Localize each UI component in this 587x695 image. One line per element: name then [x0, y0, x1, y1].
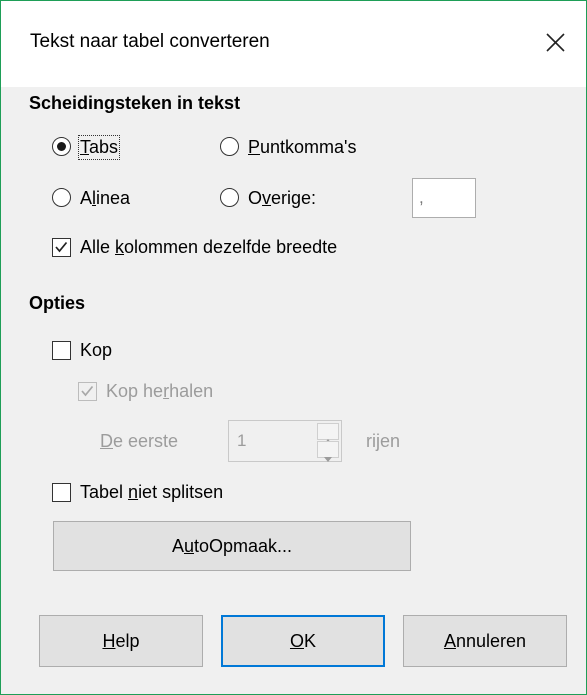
close-icon: [546, 33, 565, 52]
radio-alinea-label[interactable]: Alinea: [80, 188, 130, 209]
spin-up-button[interactable]: [317, 423, 339, 444]
checkbox-kop-herhalen-label[interactable]: Kop herhalen: [106, 381, 213, 402]
radio-tabs[interactable]: [52, 137, 71, 156]
checkbox-kop-herhalen[interactable]: [78, 382, 97, 401]
radio-overige[interactable]: [220, 188, 239, 207]
radio-puntkomma[interactable]: [220, 137, 239, 156]
cancel-button[interactable]: Annuleren: [403, 615, 567, 667]
checkbox-kop-label[interactable]: Kop: [80, 340, 112, 361]
dialog-window: Tekst naar tabel converteren Scheidingst…: [0, 0, 587, 695]
options-section-title: Opties: [29, 293, 86, 313]
rows-spinbox[interactable]: 1: [228, 420, 342, 462]
radio-alinea[interactable]: [52, 188, 71, 207]
close-button[interactable]: [541, 27, 571, 57]
radio-overige-label[interactable]: Overige:: [248, 188, 316, 209]
radio-puntkomma-label[interactable]: Puntkomma's: [248, 137, 356, 158]
de-eerste-label: De eerste: [100, 431, 179, 451]
radio-tabs-label[interactable]: Tabs: [77, 135, 121, 160]
ok-button[interactable]: OK: [221, 615, 385, 667]
arrow-down-icon: [324, 457, 332, 462]
checkbox-kop[interactable]: [52, 341, 71, 360]
rijen-label: rijen: [366, 431, 401, 451]
checkmark-icon: [81, 385, 94, 397]
dialog-title: Tekst naar tabel converteren: [30, 31, 270, 52]
checkbox-niet-splitsen[interactable]: [52, 483, 71, 502]
title-bar: Tekst naar tabel converteren: [1, 1, 586, 87]
spin-buttons: [317, 423, 339, 462]
checkbox-equal-width[interactable]: [52, 238, 71, 257]
other-separator-input[interactable]: ,: [412, 178, 476, 218]
rows-spinbox-value[interactable]: 1: [237, 431, 246, 450]
separator-section-title: Scheidingsteken in tekst: [29, 93, 241, 113]
checkmark-icon: [55, 241, 68, 253]
spin-down-button[interactable]: [317, 441, 339, 462]
help-button[interactable]: Help: [39, 615, 203, 667]
autoformat-button[interactable]: AutoOpmaak...: [53, 521, 411, 571]
checkbox-equal-width-label[interactable]: Alle kolommen dezelfde breedte: [80, 237, 337, 258]
checkbox-niet-splitsen-label[interactable]: Tabel niet splitsen: [80, 482, 223, 503]
